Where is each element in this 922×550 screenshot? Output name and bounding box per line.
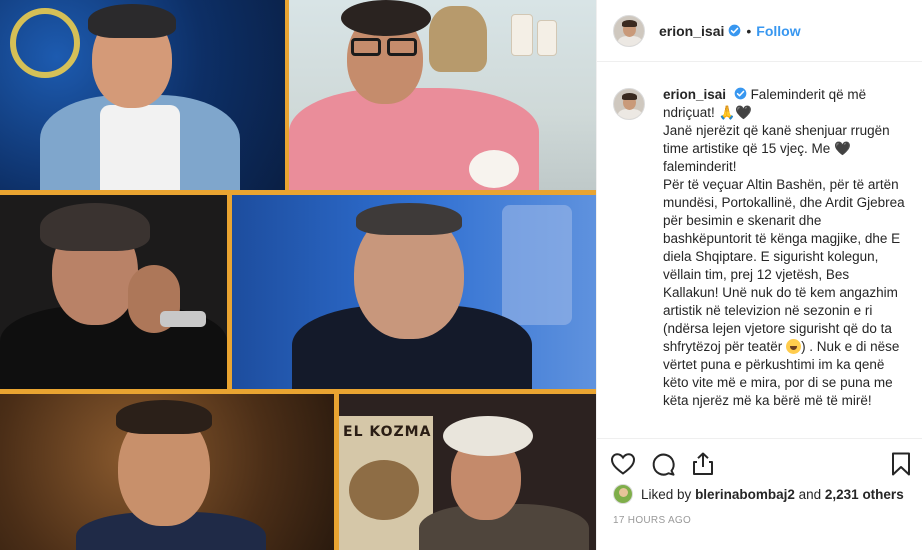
post-timestamp[interactable]: 17 HOURS AGO xyxy=(613,515,691,526)
post-image-collage[interactable]: EL KOZMA xyxy=(0,0,596,550)
header-separator: • xyxy=(746,22,752,39)
share-icon[interactable] xyxy=(689,450,717,478)
photo-tile-older-man-closeup xyxy=(232,195,596,389)
caption-section: erion_isai Faleminderit që më ndriçuat! … xyxy=(597,62,922,438)
post-header: erion_isai • Follow xyxy=(597,0,922,62)
liker-avatar[interactable] xyxy=(613,484,633,504)
author-username[interactable]: erion_isai xyxy=(659,23,724,39)
poster-text: EL KOZMA xyxy=(343,424,432,440)
caption-verified-badge-icon xyxy=(734,87,747,100)
likes-count[interactable]: 2,231 others xyxy=(825,487,904,502)
caption-line-3a: Për të veçuar Altin Bashën, për të artën… xyxy=(663,177,905,354)
action-bar xyxy=(597,438,922,488)
post-side-panel: erion_isai • Follow erion_isai Faleminde… xyxy=(596,0,922,550)
like-heart-icon[interactable] xyxy=(609,450,637,478)
caption-line-2: Janë njerëzit që kanë shenjuar rrugën ti… xyxy=(663,123,890,174)
likes-summary: Liked by blerinabombaj2 and 2,231 others xyxy=(613,484,904,504)
likes-prefix: Liked by xyxy=(641,486,692,502)
comment-icon[interactable] xyxy=(649,450,677,478)
author-avatar[interactable] xyxy=(613,14,645,47)
instagram-post-view: EL KOZMA erion_isai • Follow erion_isai … xyxy=(0,0,922,550)
caption-author-avatar[interactable] xyxy=(613,88,645,120)
likes-middle: and xyxy=(798,486,822,502)
post-caption: erion_isai Faleminderit që më ndriçuat! … xyxy=(663,86,907,438)
photo-tile-man-glasses-pink-shirt xyxy=(289,0,596,190)
photo-tile-man-hand-chin xyxy=(0,195,227,389)
photo-tile-poster-grey-hair-man: EL KOZMA xyxy=(339,394,596,550)
laughing-emoji-icon xyxy=(786,339,802,354)
liker-username[interactable]: blerinabombaj2 xyxy=(695,487,795,502)
verified-badge-icon xyxy=(729,24,741,37)
follow-button[interactable]: Follow xyxy=(756,23,800,39)
photo-tile-smiling-man xyxy=(0,394,334,550)
photo-tile-host-blue-suit xyxy=(0,0,285,190)
caption-username[interactable]: erion_isai xyxy=(663,87,726,102)
save-bookmark-icon[interactable] xyxy=(887,450,915,478)
